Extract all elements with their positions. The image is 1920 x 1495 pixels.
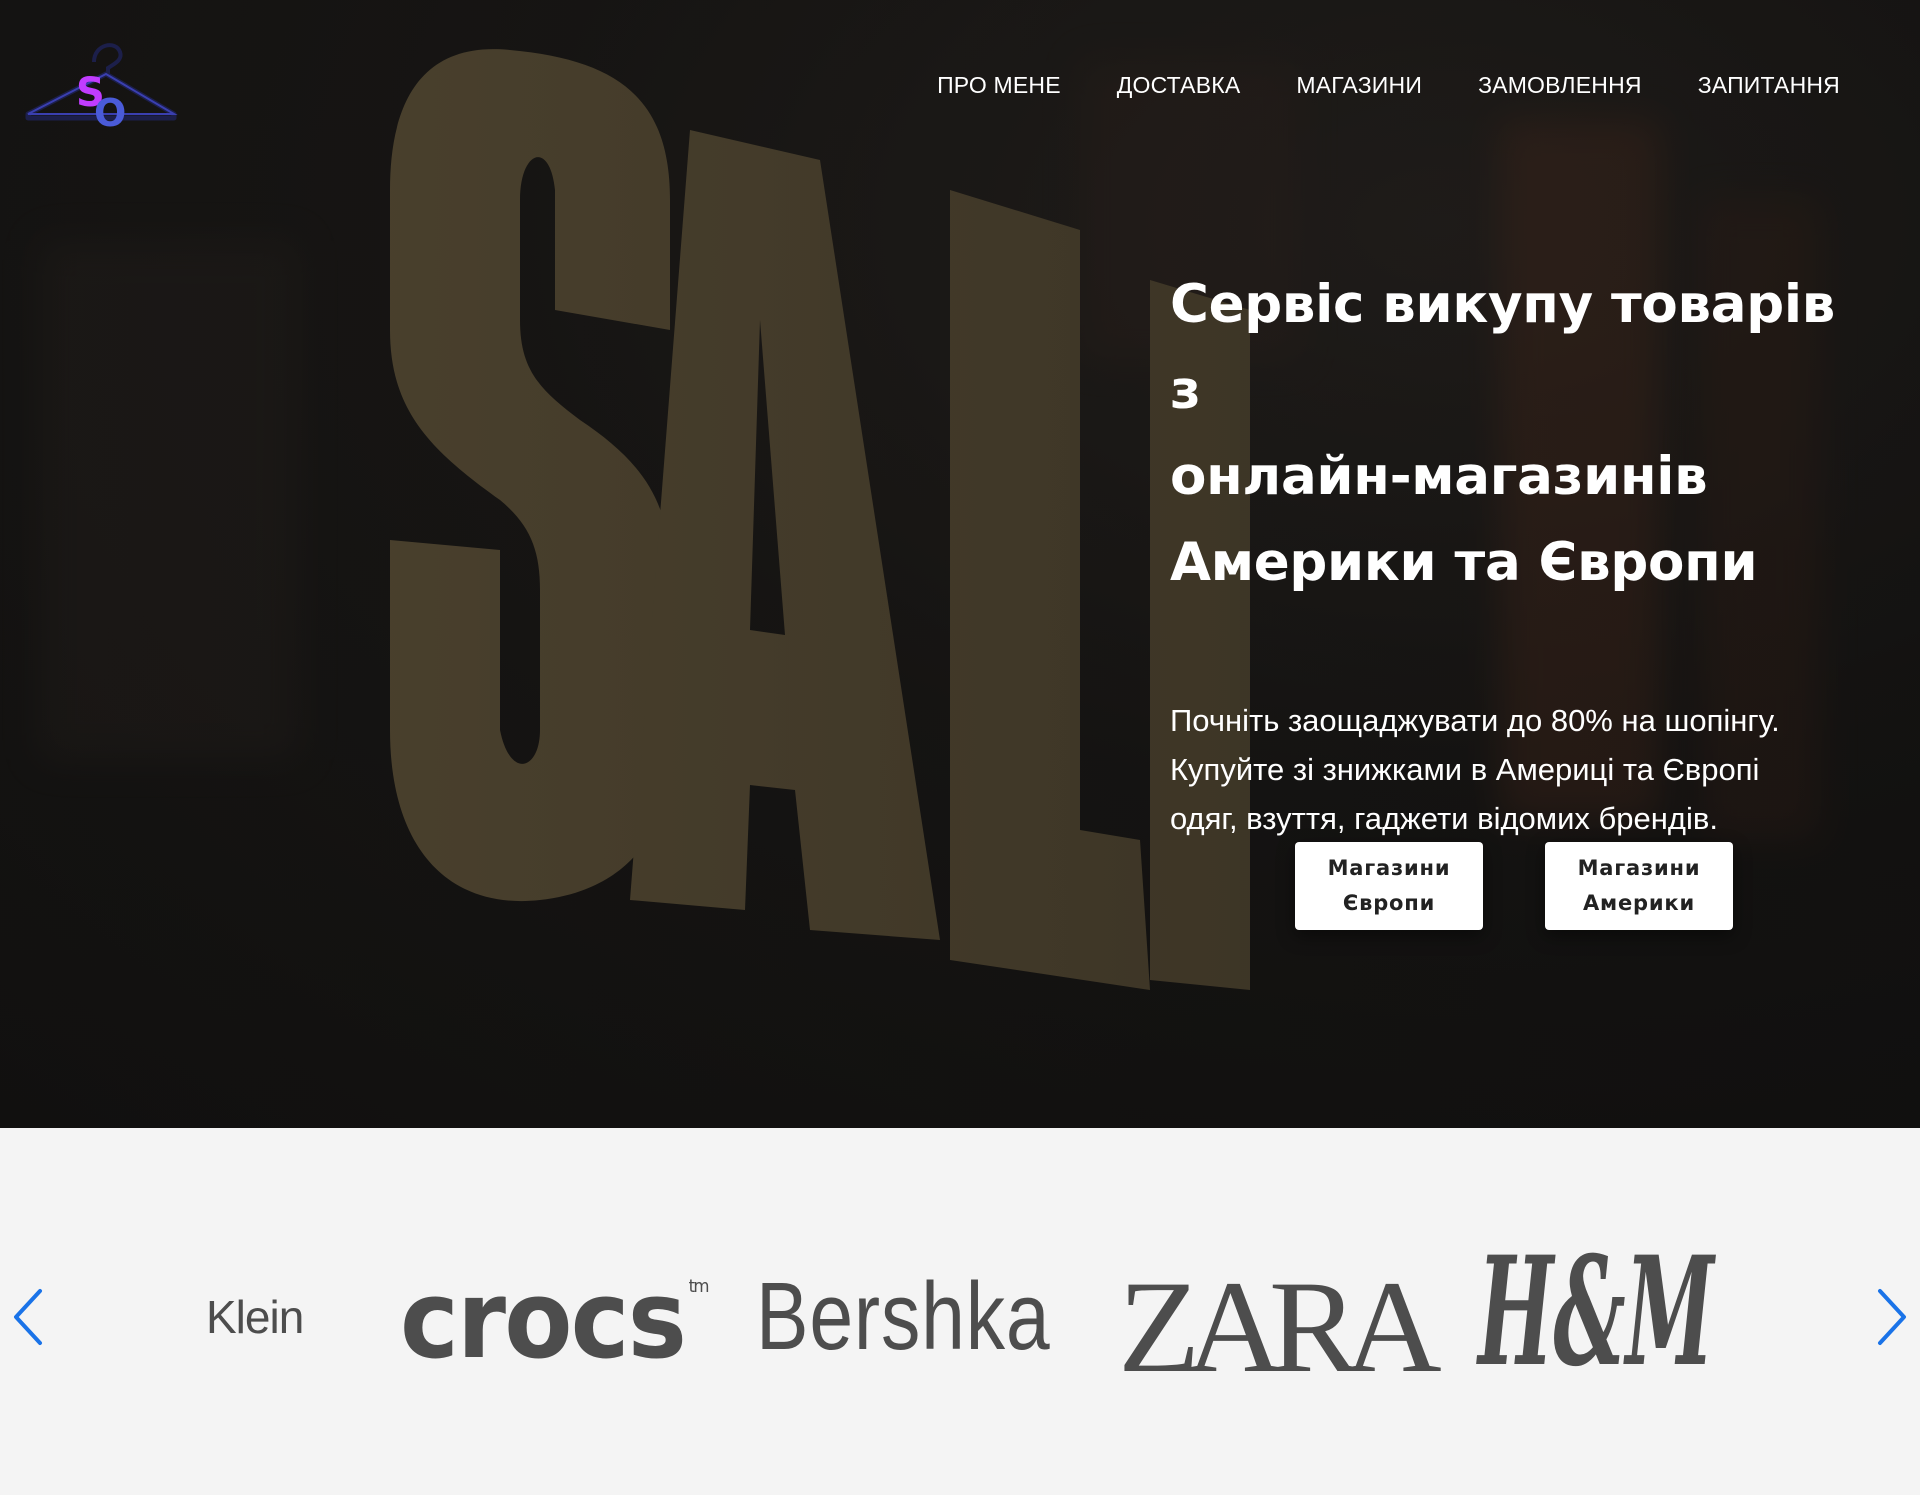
nav-item-about[interactable]: ПРО МЕНЕ <box>937 72 1061 99</box>
chevron-right-icon[interactable] <box>1870 1285 1910 1349</box>
svg-text:O: O <box>94 91 126 134</box>
hero-subtitle-line: Купуйте зі знижками в Америці та Європі <box>1170 752 1760 787</box>
logo-hanger-icon[interactable]: S O <box>24 34 180 134</box>
nav-item-orders[interactable]: ЗАМОВЛЕННЯ <box>1478 72 1642 99</box>
hero-subtitle: Почніть заощаджувати до 80% на шопінгу. … <box>1170 696 1870 843</box>
hero-title-line: онлайн-магазинів <box>1170 446 1708 507</box>
america-shops-button-line: Америки <box>1583 891 1695 915</box>
hero-title: Сервіс викупу товарів з онлайн-магазинів… <box>1170 262 1870 606</box>
brand-name: crocs <box>400 1258 687 1383</box>
nav-item-delivery[interactable]: ДОСТАВКА <box>1117 72 1241 99</box>
america-shops-button[interactable]: Магазини Америки <box>1545 842 1733 930</box>
europe-shops-button-line: Європи <box>1342 891 1436 915</box>
europe-shops-button-line: Магазини <box>1327 856 1451 880</box>
chevron-left-icon[interactable] <box>10 1285 50 1349</box>
hero-text-block: Сервіс викупу товарів з онлайн-магазинів… <box>1170 262 1870 843</box>
brand-logo-crocs[interactable]: crocs tm <box>400 1258 709 1383</box>
main-nav: ПРО МЕНЕ ДОСТАВКА МАГАЗИНИ ЗАМОВЛЕННЯ ЗА… <box>937 72 1840 99</box>
hero-subtitle-line: одяг, взуття, гаджети відомих брендів. <box>1170 801 1718 836</box>
nav-item-shops[interactable]: МАГАЗИНИ <box>1296 72 1422 99</box>
nav-item-faq[interactable]: ЗАПИТАННЯ <box>1698 72 1840 99</box>
hero-title-line: Сервіс викупу товарів з <box>1170 274 1835 421</box>
brand-logo-hm[interactable]: H&M <box>1472 1236 1722 1396</box>
hero-subtitle-line: Почніть заощаджувати до 80% на шопінгу. <box>1170 703 1780 738</box>
america-shops-button-line: Магазини <box>1577 856 1701 880</box>
brand-logo-klein[interactable]: Klein <box>206 1290 304 1344</box>
brand-name: H&M <box>1476 1236 1716 1396</box>
europe-shops-button[interactable]: Магазини Європи <box>1295 842 1483 930</box>
hero-title-line: Америки та Європи <box>1170 532 1758 593</box>
hero-section: S O ПРО МЕНЕ ДОСТАВКА МАГАЗИНИ ЗАМОВЛЕНН… <box>0 0 1920 1128</box>
trademark-mark: tm <box>688 1276 710 1297</box>
brand-logo-bershka[interactable]: Bershka <box>756 1262 1051 1372</box>
brand-logo-zara[interactable]: ZARA <box>1118 1250 1442 1403</box>
